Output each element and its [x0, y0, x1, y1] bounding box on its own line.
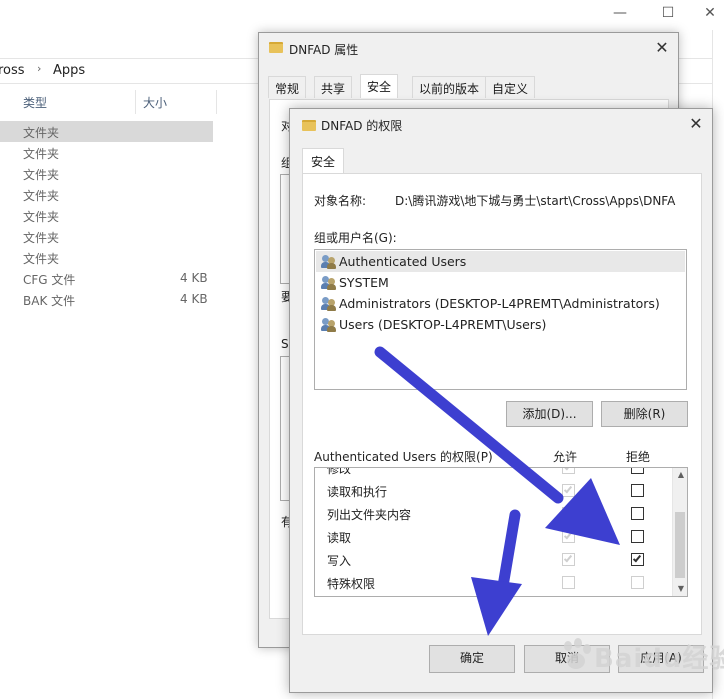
- user-group-icon: [321, 318, 337, 332]
- user-name: Users (DESKTOP-L4PREMT\Users): [339, 317, 547, 332]
- allow-checkbox: [562, 553, 575, 566]
- remove-button[interactable]: 删除(R): [601, 401, 688, 427]
- file-type: CFG 文件: [23, 273, 76, 287]
- user-group-icon: [321, 276, 337, 290]
- deny-checkbox[interactable]: [631, 507, 644, 520]
- close-icon[interactable]: ✕: [682, 112, 710, 136]
- permission-name: 写入: [327, 554, 352, 568]
- user-group-icon: [321, 297, 337, 311]
- user-name: Administrators (DESKTOP-L4PREMT\Administ…: [339, 296, 660, 311]
- maximize-icon[interactable]: ☐: [648, 2, 688, 24]
- watermark: Baidu经验: [548, 630, 724, 680]
- permissions-dialog: DNFAD 的权限 ✕ 安全 对象名称: D:\腾讯游戏\地下城与勇士\star…: [289, 108, 713, 693]
- paw-logo-icon: [564, 638, 591, 669]
- object-name-value: D:\腾讯游戏\地下城与勇士\start\Cross\Apps\DNFA: [395, 194, 676, 208]
- file-row[interactable]: 文件夹: [0, 121, 213, 142]
- deny-checkbox[interactable]: [631, 484, 644, 497]
- permission-row: 特殊权限: [315, 571, 670, 594]
- ok-button[interactable]: 确定: [429, 645, 515, 673]
- user-group-icon: [321, 255, 337, 269]
- tab-security[interactable]: 安全: [360, 74, 399, 98]
- permission-name: 读取和执行: [327, 485, 388, 499]
- breadcrumb-cross[interactable]: ross: [0, 63, 25, 78]
- user-name: Authenticated Users: [339, 254, 467, 269]
- column-divider[interactable]: [135, 90, 136, 114]
- folder-icon: [302, 120, 316, 131]
- file-type: 文件夹: [23, 168, 60, 182]
- file-row[interactable]: 文件夹: [0, 226, 213, 247]
- permissions-table: 修改读取和执行列出文件夹内容 读取写入特殊权限 ▲ ▼: [314, 467, 688, 597]
- permission-row: 列出文件夹内容: [315, 502, 670, 525]
- object-name-label: 对象名称:: [314, 194, 367, 208]
- watermark-text: Baidu经验: [594, 644, 724, 674]
- permissions-label: Authenticated Users 的权限(P): [314, 450, 493, 464]
- file-type: 文件夹: [23, 189, 60, 203]
- file-type: 文件夹: [23, 147, 60, 161]
- permission-name: 特殊权限: [327, 577, 376, 591]
- permissions-dialog-title: DNFAD 的权限: [321, 119, 403, 133]
- file-type: 文件夹: [23, 210, 60, 224]
- allow-checkbox: [562, 468, 575, 474]
- window-right-edge: [712, 30, 724, 699]
- file-type: BAK 文件: [23, 294, 76, 308]
- breadcrumb-apps[interactable]: Apps: [53, 63, 85, 78]
- deny-checkbox[interactable]: [631, 468, 644, 474]
- user-list-item[interactable]: Administrators (DESKTOP-L4PREMT\Administ…: [316, 293, 685, 314]
- permission-row: 读取和执行: [315, 479, 670, 502]
- group-user-list[interactable]: Authenticated Users SYSTEM Administrators …: [314, 249, 687, 390]
- allow-header: 允许: [553, 450, 578, 464]
- file-size: 4 KB: [180, 292, 208, 306]
- allow-checkbox: [562, 484, 575, 497]
- file-row[interactable]: 文件夹: [0, 247, 213, 268]
- allow-checkbox: [562, 576, 575, 589]
- user-list-item[interactable]: Users (DESKTOP-L4PREMT\Users): [316, 314, 685, 335]
- scroll-thumb[interactable]: [675, 512, 685, 578]
- file-type: 文件夹: [23, 231, 60, 245]
- file-row[interactable]: 文件夹: [0, 205, 213, 226]
- column-header-size[interactable]: 大小: [143, 94, 167, 111]
- close-icon[interactable]: ✕: [648, 36, 676, 60]
- add-button[interactable]: 添加(D)...: [506, 401, 593, 427]
- file-type: 文件夹: [23, 126, 60, 140]
- tab-security[interactable]: 安全: [302, 148, 345, 174]
- tab-sharing[interactable]: 共享: [314, 76, 353, 98]
- group-user-label: 组或用户名(G):: [314, 231, 397, 245]
- file-type: 文件夹: [23, 252, 60, 266]
- close-icon[interactable]: ✕: [690, 2, 724, 24]
- deny-checkbox[interactable]: [631, 530, 644, 543]
- file-row[interactable]: CFG 文件 4 KB: [0, 268, 213, 289]
- column-header-type[interactable]: 类型: [23, 94, 47, 111]
- allow-checkbox: [562, 530, 575, 543]
- scroll-down-icon[interactable]: ▼: [673, 584, 687, 593]
- properties-dialog-title: DNFAD 属性: [289, 43, 359, 57]
- allow-checkbox: [562, 507, 575, 520]
- permissions-label-peek: S: [281, 337, 289, 351]
- tab-previous-versions[interactable]: 以前的版本: [412, 76, 487, 98]
- deny-checkbox[interactable]: [631, 553, 644, 566]
- permission-name: 修改: [327, 467, 352, 476]
- file-size: 4 KB: [180, 271, 208, 285]
- user-name: SYSTEM: [339, 275, 389, 290]
- permission-name: 列出文件夹内容: [327, 508, 412, 522]
- file-row[interactable]: 文件夹: [0, 163, 213, 184]
- tab-customize[interactable]: 自定义: [485, 76, 536, 98]
- file-row[interactable]: 文件夹: [0, 142, 213, 163]
- column-divider[interactable]: [216, 90, 217, 114]
- tab-general[interactable]: 常规: [268, 76, 307, 98]
- file-row[interactable]: BAK 文件 4 KB: [0, 289, 213, 310]
- scroll-up-icon[interactable]: ▲: [673, 470, 687, 479]
- permission-row: 修改: [315, 467, 670, 479]
- user-list-item[interactable]: Authenticated Users: [316, 251, 685, 272]
- permission-row: 读取: [315, 525, 670, 548]
- file-row[interactable]: 文件夹: [0, 184, 213, 205]
- deny-header: 拒绝: [626, 450, 651, 464]
- deny-checkbox: [631, 576, 644, 589]
- folder-icon: [269, 42, 283, 53]
- permission-row: 写入: [315, 548, 670, 571]
- user-list-item[interactable]: SYSTEM: [316, 272, 685, 293]
- chevron-right-icon: ›: [37, 62, 42, 75]
- minimize-icon[interactable]: —: [600, 2, 640, 24]
- permission-name: 读取: [327, 531, 352, 545]
